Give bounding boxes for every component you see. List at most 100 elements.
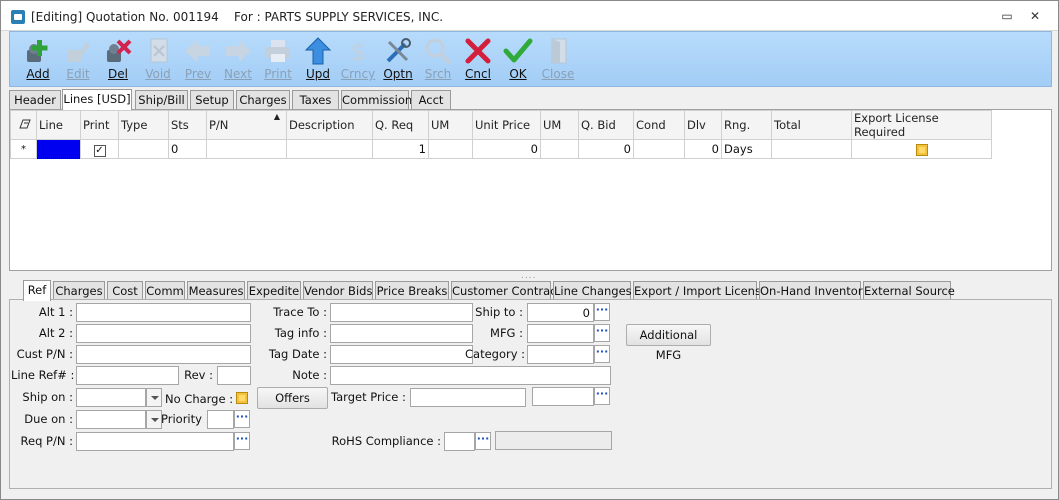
req-pn-lookup-button[interactable]: ···: [234, 432, 250, 450]
mfg-input[interactable]: [527, 324, 594, 343]
print-checkbox[interactable]: ✓: [93, 144, 106, 157]
ship-on-input[interactable]: [76, 388, 146, 407]
target-price-lookup-button[interactable]: ···: [594, 387, 610, 405]
sts-cell[interactable]: 0: [168, 139, 207, 159]
target-price-currency-input[interactable]: [532, 387, 594, 406]
export-license-checkbox[interactable]: [915, 143, 928, 156]
tab-customer-contract[interactable]: Customer Contract: [451, 281, 561, 300]
tag-info-input[interactable]: [330, 324, 473, 343]
col-header[interactable]: Type: [118, 110, 169, 140]
tab-vendor-bids[interactable]: Vendor Bids: [303, 281, 373, 300]
tab-header[interactable]: Header: [9, 90, 61, 109]
tab-commission[interactable]: Commission: [341, 90, 412, 109]
col-header[interactable]: Unit Price: [472, 110, 541, 140]
tab-comm[interactable]: Comm: [145, 281, 185, 300]
q-req-cell[interactable]: 1: [372, 139, 429, 159]
category-lookup-button[interactable]: ···: [594, 345, 610, 363]
rohs-input[interactable]: [444, 432, 475, 451]
tab-lines[interactable]: Lines [USD]: [62, 89, 132, 110]
col-header[interactable]: Print: [80, 110, 119, 140]
export-license-cell[interactable]: [851, 139, 992, 159]
col-header[interactable]: Export License Required: [851, 110, 992, 140]
due-on-dropdown[interactable]: [146, 410, 162, 429]
close-button[interactable]: Close: [538, 34, 578, 86]
print-cell[interactable]: ✓: [80, 139, 119, 159]
unit-price-cell[interactable]: 0: [472, 139, 541, 159]
cust-pn-input[interactable]: [76, 345, 251, 364]
alt1-input[interactable]: [76, 303, 251, 322]
ship-to-input[interactable]: 0: [527, 303, 594, 322]
tab-export-import-license[interactable]: Export / Import License: [633, 281, 768, 300]
print-button[interactable]: Print: [258, 34, 298, 86]
mfg-lookup-button[interactable]: ···: [594, 324, 610, 342]
tab-setup[interactable]: Setup: [190, 90, 234, 109]
options-button[interactable]: Optn: [378, 34, 418, 86]
req-pn-input[interactable]: [76, 432, 234, 451]
update-button[interactable]: Upd: [298, 34, 338, 86]
priority-lookup-button[interactable]: ···: [234, 410, 250, 428]
ok-button[interactable]: OK: [498, 34, 538, 86]
prev-button[interactable]: Prev: [178, 34, 218, 86]
tab-taxes[interactable]: Taxes: [292, 90, 339, 109]
rohs-lookup-button[interactable]: ···: [475, 432, 491, 450]
col-header[interactable]: Q. Req: [372, 110, 429, 140]
tab-cost[interactable]: Cost: [107, 281, 143, 300]
tab-ship-bill[interactable]: Ship/Bill: [135, 90, 188, 109]
col-header[interactable]: Cond: [633, 110, 685, 140]
col-header[interactable]: Rng.: [721, 110, 772, 140]
ship-to-lookup-button[interactable]: ···: [594, 303, 610, 321]
line-cell[interactable]: [36, 139, 81, 159]
um-cell[interactable]: [540, 139, 579, 159]
cancel-button[interactable]: Cncl: [458, 34, 498, 86]
rng-cell[interactable]: Days: [721, 139, 772, 159]
tab-measures[interactable]: Measures: [187, 281, 245, 300]
note-input[interactable]: [330, 366, 611, 385]
line-ref-input[interactable]: [76, 366, 179, 385]
rev-input[interactable]: [217, 366, 251, 385]
delete-button[interactable]: Del: [98, 34, 138, 86]
description-cell[interactable]: [286, 139, 373, 159]
col-header[interactable]: UM: [540, 110, 579, 140]
priority-input[interactable]: [207, 410, 234, 429]
category-input[interactable]: [527, 345, 594, 364]
grid-settings-icon[interactable]: [10, 110, 37, 140]
col-header[interactable]: Description: [286, 110, 373, 140]
tab-acct[interactable]: Acct: [411, 90, 451, 109]
total-cell[interactable]: [771, 139, 852, 159]
col-header[interactable]: Sts: [168, 110, 207, 140]
no-charge-checkbox[interactable]: [236, 392, 248, 404]
tag-date-input[interactable]: [330, 345, 473, 364]
ship-on-dropdown[interactable]: [146, 388, 162, 407]
tab-external-source[interactable]: External Source: [863, 281, 955, 300]
pn-cell[interactable]: [206, 139, 287, 159]
tab-expedite[interactable]: Expedite: [247, 281, 301, 300]
cond-cell[interactable]: [633, 139, 685, 159]
edit-button[interactable]: Edit: [58, 34, 98, 86]
due-on-input[interactable]: [76, 410, 146, 429]
tab-ref[interactable]: Ref: [23, 280, 51, 301]
tab-line-changes[interactable]: Line Changes: [553, 281, 632, 300]
trace-to-input[interactable]: [330, 303, 473, 322]
um-cell[interactable]: [428, 139, 473, 159]
currency-button[interactable]: $ Crncy: [338, 34, 378, 86]
col-header[interactable]: Q. Bid: [578, 110, 634, 140]
minimize-button[interactable]: ▭: [997, 9, 1017, 23]
next-button[interactable]: Next: [218, 34, 258, 86]
close-window-button[interactable]: ✕: [1025, 9, 1045, 23]
offers-button[interactable]: Offers: [257, 387, 328, 409]
type-cell[interactable]: [118, 139, 169, 159]
q-bid-cell[interactable]: 0: [578, 139, 634, 159]
tab-price-breaks[interactable]: Price Breaks: [375, 281, 449, 300]
col-header[interactable]: Line: [36, 110, 81, 140]
tab-charges[interactable]: Charges: [236, 90, 290, 109]
void-button[interactable]: Void: [138, 34, 178, 86]
additional-mfg-button[interactable]: Additional MFG: [626, 324, 711, 362]
target-price-input[interactable]: [410, 388, 526, 407]
col-header[interactable]: UM: [428, 110, 473, 140]
panel-splitter[interactable]: ....: [521, 271, 536, 281]
col-header[interactable]: Total: [771, 110, 852, 140]
add-button[interactable]: Add: [18, 34, 58, 86]
tab-on-hand-inventory[interactable]: On-Hand Inventory: [759, 281, 869, 300]
tab-charges-detail[interactable]: Charges: [53, 281, 105, 300]
col-header[interactable]: Dlv: [684, 110, 722, 140]
